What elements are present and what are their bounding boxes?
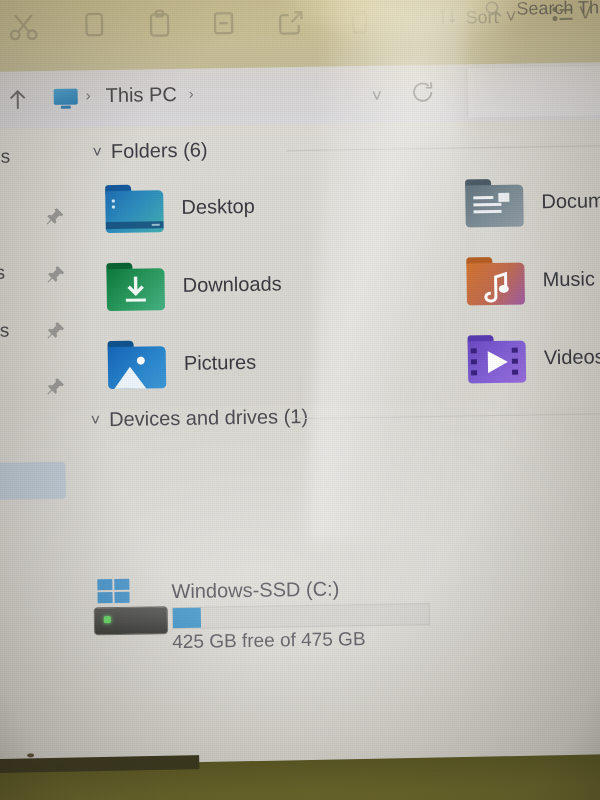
search-icon [482, 0, 504, 20]
folder-item-desktop[interactable]: Desktop [105, 183, 255, 234]
folder-label: Downloads [182, 272, 282, 297]
breadcrumb-path[interactable]: This PC [106, 84, 177, 108]
documents-folder-icon [465, 179, 526, 228]
sort-button[interactable]: Sort ˅ [436, 4, 517, 32]
search-placeholder: Search This [516, 0, 600, 19]
breadcrumb-separator-1: › [85, 87, 91, 105]
folder-label: Videos [543, 345, 600, 369]
refresh-icon[interactable] [409, 79, 435, 105]
share-icon[interactable] [274, 5, 309, 40]
command-bar: Sort ˅ V [0, 0, 600, 72]
content-area: ess p ads ents ˅ Folders (6) [0, 118, 600, 780]
copy-icon[interactable] [76, 8, 111, 43]
drive-name: Windows-SSD (C:) [171, 578, 340, 604]
music-folder-icon [466, 257, 527, 306]
group-title: Devices and drives (1) [108, 405, 309, 432]
folder-item-videos[interactable]: Videos [467, 333, 600, 384]
sort-arrows-icon [436, 5, 458, 32]
videos-folder-icon [467, 335, 528, 384]
drive-led-icon [103, 616, 111, 624]
group-header-devices[interactable]: ˅ Devices and drives (1) [91, 406, 309, 432]
folder-item-documents[interactable]: Documen [465, 177, 600, 228]
sidebar-item-downloads[interactable]: ads [0, 263, 5, 285]
pin-icon[interactable] [44, 264, 66, 286]
windows-logo-icon [97, 578, 131, 606]
screen-surface: Sort ˅ V › This PC › ˅ Search This ess a… [0, 0, 600, 791]
drive-capacity-text: 425 GB free of 475 GB [172, 629, 366, 654]
selected-nav-item[interactable] [0, 461, 67, 501]
sidebar-item-quick-access[interactable]: ess [0, 147, 10, 169]
chevron-down-icon: ˅ [90, 411, 101, 429]
chevron-down-icon: ˅ [505, 6, 517, 28]
delete-icon[interactable] [342, 4, 377, 39]
folder-label: Documen [541, 189, 600, 213]
sidebar-item-documents[interactable]: ents [0, 321, 9, 344]
desktop-folder-icon [105, 184, 166, 234]
windows-drive-icon [93, 578, 169, 636]
cut-icon[interactable] [6, 9, 41, 44]
rename-icon[interactable] [206, 6, 241, 41]
breadcrumb-separator-2: › [188, 85, 194, 103]
group-separator [290, 413, 600, 420]
group-title: Folders (6) [110, 139, 208, 164]
navigation-pane: ess p ads ents [0, 128, 84, 780]
folder-label: Desktop [181, 195, 255, 219]
folder-item-downloads[interactable]: Downloads [106, 260, 282, 312]
pictures-folder-icon [107, 340, 169, 390]
up-button[interactable] [4, 85, 32, 113]
this-pc-icon[interactable] [53, 88, 78, 109]
group-separator [286, 145, 600, 152]
pin-icon[interactable] [44, 376, 66, 398]
photo-of-screen: Sort ˅ V › This PC › ˅ Search This ess a… [0, 0, 600, 800]
folder-label: Pictures [183, 351, 257, 375]
pin-icon[interactable] [43, 206, 65, 228]
folder-label: Music [542, 267, 596, 291]
group-header-folders[interactable]: ˅ Folders (6) [92, 140, 207, 165]
folder-item-music[interactable]: Music [466, 255, 596, 306]
downloads-folder-icon [106, 262, 167, 312]
desk-edge [0, 753, 600, 800]
folder-item-pictures[interactable]: Pictures [107, 339, 257, 390]
paste-icon[interactable] [142, 7, 177, 42]
search-box[interactable] [466, 65, 600, 118]
history-chevron-down-icon[interactable]: ˅ [372, 86, 383, 107]
drive-capacity-fill [172, 607, 202, 629]
pin-icon[interactable] [44, 320, 66, 342]
drive-capacity-bar [171, 603, 431, 630]
chevron-down-icon: ˅ [92, 143, 103, 161]
